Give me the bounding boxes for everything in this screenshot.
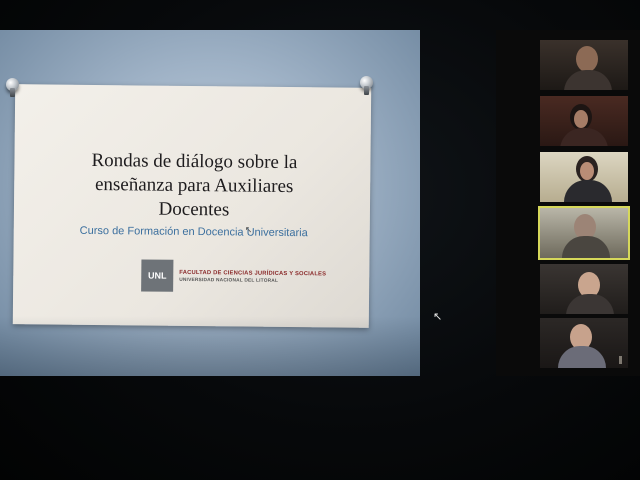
slide-title: Rondas de diálogo sobre la enseñanza par…	[91, 149, 298, 221]
slide-board: Rondas de diálogo sobre la enseñanza par…	[12, 84, 372, 328]
university-name: UNIVERSIDAD NACIONAL DEL LITORAL	[179, 277, 279, 284]
faculty-logo: UNL FACULTAD DE CIENCIAS JURÍDICAS Y SOC…	[141, 259, 326, 293]
participant-video-tile[interactable]	[540, 318, 628, 368]
slide-subtitle: Curso de Formación en Docencia Universit…	[79, 224, 308, 240]
participant-video-tile[interactable]	[540, 152, 628, 202]
participant-video-tile[interactable]	[540, 264, 628, 314]
shared-screen: Rondas de diálogo sobre la enseñanza par…	[0, 30, 420, 376]
faculty-name: FACULTAD DE CIENCIAS JURÍDICAS Y SOCIALE…	[179, 269, 327, 277]
participant-video-tile-active-speaker[interactable]	[538, 206, 630, 260]
monitor-screen: Rondas de diálogo sobre la enseñanza par…	[0, 0, 640, 480]
mouse-pointer-icon: ↖	[244, 224, 253, 235]
pushpin-icon	[360, 76, 373, 95]
mouse-pointer-icon: ↖	[433, 311, 443, 323]
participant-video-tile[interactable]	[540, 40, 628, 90]
unl-logo-mark: UNL	[141, 259, 174, 292]
pushpin-icon	[6, 78, 19, 97]
participant-video-tile[interactable]	[540, 96, 628, 146]
